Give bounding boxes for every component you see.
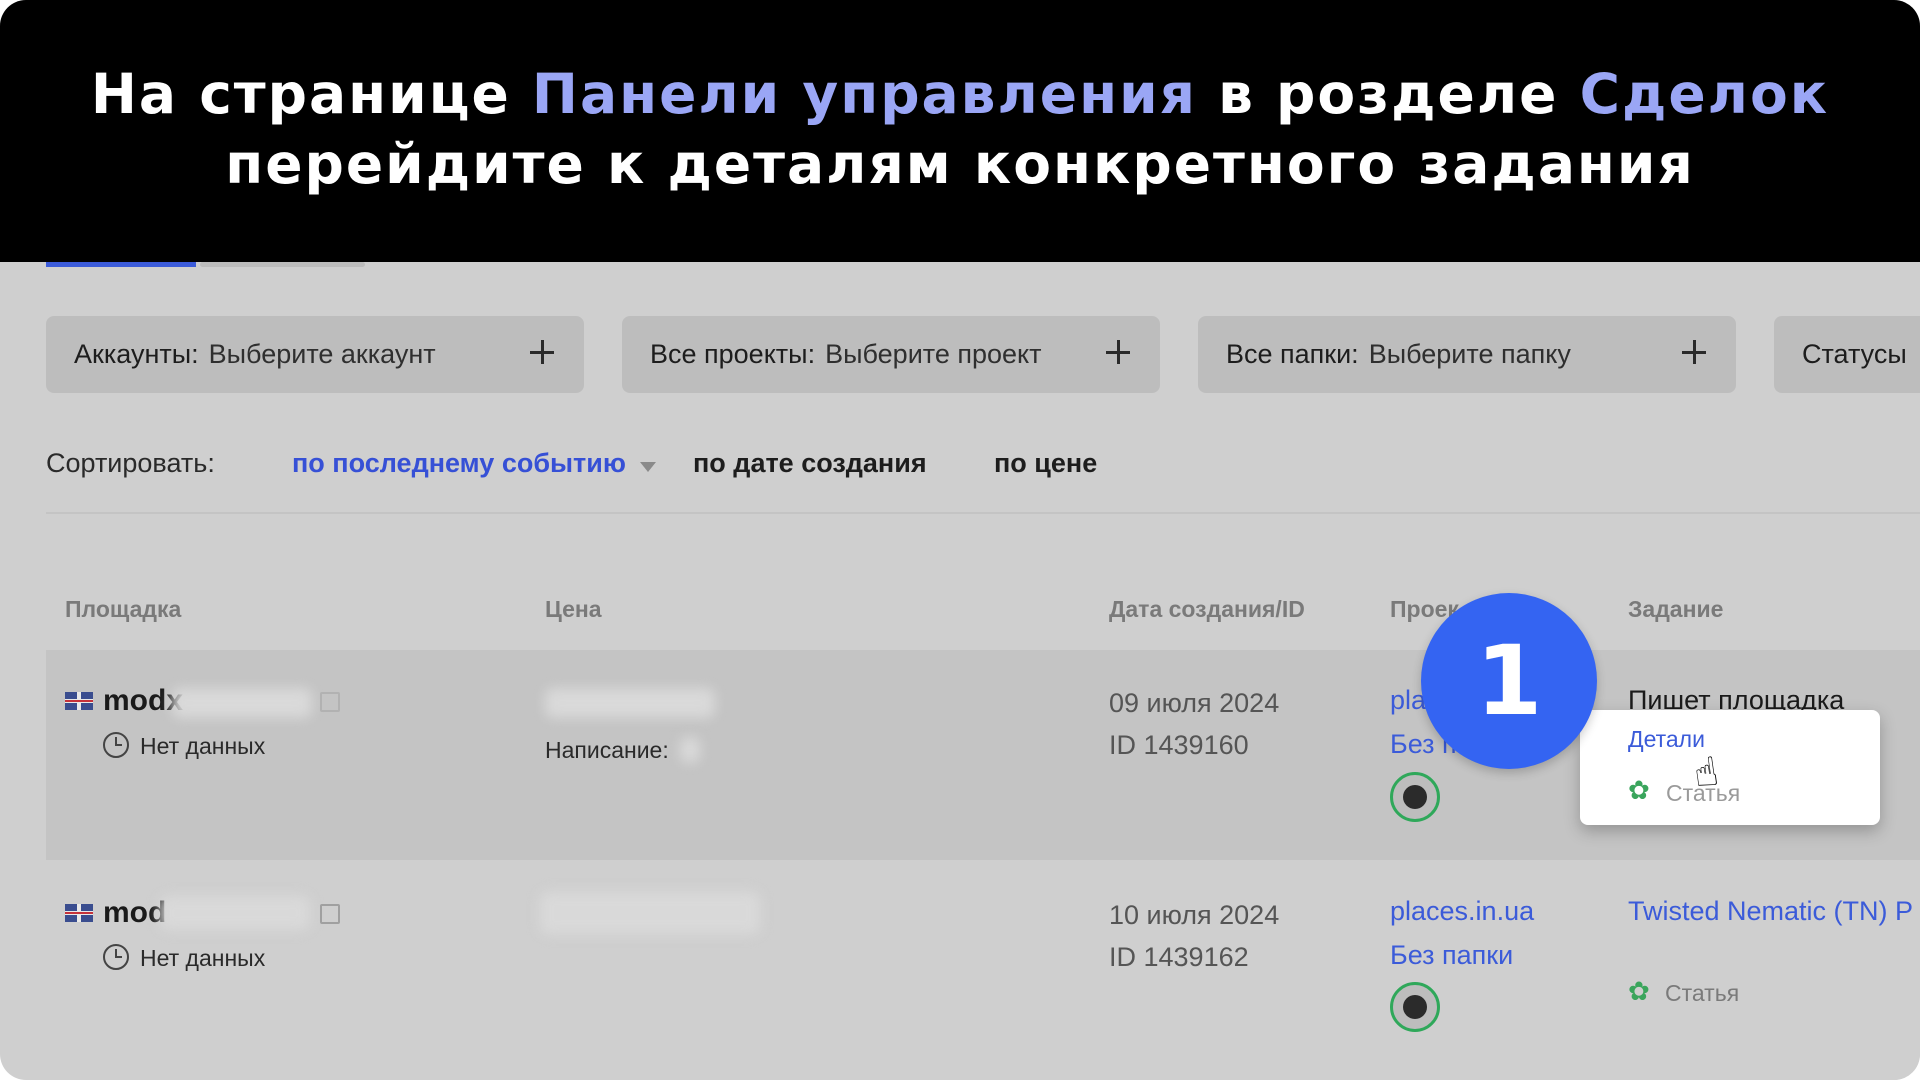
project-link[interactable]: places.in.ua <box>1390 896 1534 927</box>
created-date: 10 июля 2024 <box>1109 900 1280 930</box>
blurred-price <box>545 688 715 718</box>
app-frame: На странице Панели управления в розделе … <box>0 0 1920 1080</box>
active-tab-indicator <box>46 262 196 267</box>
table-row[interactable] <box>46 862 1920 1080</box>
filter-value: Выберите аккаунт <box>208 339 436 369</box>
banner-highlight-dashboard: Панели управления <box>531 62 1197 126</box>
task-link[interactable]: Twisted Nematic (TN) P <box>1628 896 1913 927</box>
tab-indicator-shadow <box>200 262 365 267</box>
banner-line-1: На странице Панели управления в розделе … <box>0 62 1920 126</box>
clock-icon <box>103 944 129 970</box>
divider <box>46 512 1920 514</box>
filter-label: Аккаунты: <box>74 339 199 369</box>
blurred-site-suffix <box>172 688 312 718</box>
site-name[interactable]: mod <box>103 896 166 930</box>
plus-icon[interactable] <box>1674 332 1714 372</box>
banner-line-2: перейдите к деталям конкретного задания <box>225 132 1695 196</box>
price-writing-label: Написание: <box>545 737 669 763</box>
sort-option-created[interactable]: по дате создания <box>693 448 927 479</box>
filter-label: Статусы <box>1802 339 1907 369</box>
deal-id: ID 1439162 <box>1109 942 1249 972</box>
blurred-site-suffix <box>160 896 310 930</box>
uk-flag-icon <box>65 692 93 710</box>
external-link-icon[interactable] <box>320 692 340 712</box>
banner-text: в розделе <box>1196 62 1580 126</box>
blurred-price-writing <box>680 737 700 763</box>
no-data-text: Нет данных <box>140 945 266 971</box>
filter-label: Все проекты: <box>650 339 816 369</box>
filter-folders[interactable]: Все папки: Выберите папку <box>1198 316 1736 393</box>
filter-accounts[interactable]: Аккаунты: Выберите аккаунт <box>46 316 584 393</box>
banner-text: На странице <box>90 62 532 126</box>
filter-value: Выберите проект <box>825 339 1042 369</box>
task-popup: Детали ✿ Статья <box>1580 710 1880 825</box>
plus-icon[interactable] <box>1098 332 1138 372</box>
column-header-task: Задание <box>1628 596 1724 622</box>
external-link-icon[interactable] <box>320 904 340 924</box>
task-type: Статья <box>1665 980 1740 1006</box>
site-name[interactable]: modx <box>103 684 183 718</box>
step-badge: 1 <box>1421 593 1597 769</box>
banner-highlight-deals: Сделок <box>1579 62 1830 126</box>
column-header-price: Цена <box>545 596 602 622</box>
caret-down-icon[interactable] <box>640 462 656 472</box>
leaf-icon: ✿ <box>1628 976 1650 1006</box>
instruction-banner: На странице Панели управления в розделе … <box>0 0 1920 262</box>
column-header-date: Дата создания/ID <box>1109 596 1305 622</box>
uk-flag-icon <box>65 904 93 922</box>
filter-statuses[interactable]: Статусы <box>1774 316 1920 393</box>
created-date: 09 июля 2024 <box>1109 688 1280 718</box>
sort-option-last-event[interactable]: по последнему событию <box>292 448 626 479</box>
leaf-icon: ✿ <box>1628 775 1650 805</box>
no-data-text: Нет данных <box>140 733 266 759</box>
details-link[interactable]: Детали <box>1628 726 1705 753</box>
plus-icon[interactable] <box>522 332 562 372</box>
avatar <box>1390 772 1440 822</box>
folder-link[interactable]: Без папки <box>1390 940 1513 971</box>
filter-label: Все папки: <box>1226 339 1359 369</box>
avatar <box>1390 982 1440 1032</box>
sort-label: Сортировать: <box>46 448 215 478</box>
column-header-site: Площадка <box>65 596 182 622</box>
sort-option-price[interactable]: по цене <box>994 448 1097 479</box>
filter-value: Выберите папку <box>1368 339 1571 369</box>
filter-projects[interactable]: Все проекты: Выберите проект <box>622 316 1160 393</box>
deal-id: ID 1439160 <box>1109 730 1249 760</box>
clock-icon <box>103 732 129 758</box>
blurred-price <box>540 892 760 934</box>
